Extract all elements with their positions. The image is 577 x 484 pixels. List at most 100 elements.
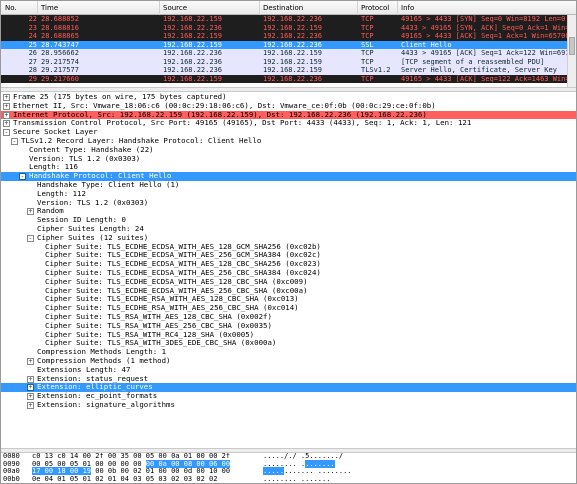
packet-dst-cell: 192.168.22.236: [263, 15, 323, 23]
tree-node[interactable]: - Cipher Suites (12 suites): [1, 234, 576, 243]
packet-row[interactable]: 25 28.743747 192.168.22.159 192.168.22.236 S…: [1, 40, 576, 49]
collapse-icon[interactable]: -: [3, 129, 10, 137]
expand-icon[interactable]: +: [27, 375, 34, 383]
packet-row[interactable]: 24 28.688865 192.168.22.159 192.168.22.236 T…: [1, 32, 576, 41]
packet-info-cell: 49165 > 4433 [ACK] Seq=122 Ack=1463 Win=: [401, 74, 570, 83]
hex-ascii[interactable]: ........ .......: [263, 475, 330, 483]
expand-icon[interactable]: +: [27, 402, 34, 409]
tree-node[interactable]: Cipher Suite: TLS_RSA_WITH_3DES_EDE_CBC_…: [1, 339, 576, 348]
hex-bytes-text: 0e 04 01 05 01 02 01 04 03 05 03 02 03 0…: [32, 474, 218, 483]
tree-node[interactable]: Session ID Length: 0: [1, 216, 576, 225]
packet-proto-cell: TCP: [361, 49, 374, 57]
tree-node[interactable]: + Extension: elliptic_curves: [1, 383, 576, 393]
tree-node-label: Secure Socket Layer: [13, 128, 98, 137]
packet-row[interactable]: 26 28.956662 192.168.22.236 192.168.22.159 T…: [1, 49, 576, 58]
packet-row[interactable]: 23 28.688816 192.168.22.236 192.168.22.159 T…: [1, 23, 576, 32]
packet-proto-cell: TCP: [361, 32, 374, 40]
tree-node[interactable]: Compression Methods Length: 1: [1, 348, 576, 357]
expand-icon[interactable]: +: [27, 393, 34, 401]
tree-node[interactable]: - Handshake Protocol: Client Hello: [1, 172, 576, 181]
tree-node[interactable]: Content Type: Handshake (22): [1, 146, 576, 155]
tree-node-label: Cipher Suite: TLS_ECDHE_RSA_WITH_AES_256…: [45, 304, 299, 313]
packet-bytes-pane[interactable]: 0080 c0 13 c0 14 00 2f 00 35 00 05 00 0a …: [1, 453, 576, 483]
packet-proto-cell: TCP: [361, 15, 374, 23]
tree-node[interactable]: + Internet Protocol, Src: 192.168.22.159 …: [1, 110, 576, 120]
tree-node-label: Compression Methods (1 method): [37, 357, 171, 365]
tree-node[interactable]: Handshake Type: Client Hello (1): [1, 181, 576, 190]
hex-bytes[interactable]: 0e 04 01 05 01 02 01 04 03 05 03 02 03 0…: [32, 474, 218, 483]
tree-node-label: Ethernet II, Src: Vmware_18:06:c6 (00:0c…: [13, 101, 436, 110]
packet-row[interactable]: 27 29.217574 192.168.22.236 192.168.22.159 T…: [1, 57, 576, 66]
tree-node-label: Cipher Suite: TLS_ECDHE_ECDSA_WITH_AES_2…: [45, 251, 321, 260]
expand-icon[interactable]: +: [27, 358, 34, 365]
tree-node[interactable]: + Random: [1, 207, 576, 216]
expand-icon[interactable]: +: [3, 94, 10, 101]
packet-list[interactable]: No. Time Source Destination Protocol Inf…: [1, 1, 576, 87]
collapse-icon[interactable]: -: [19, 173, 26, 181]
tree-node-label: Cipher Suite: TLS_ECDHE_RSA_WITH_AES_128…: [45, 295, 299, 304]
expand-icon[interactable]: +: [3, 103, 10, 110]
tree-node[interactable]: + Extension: signature_algorithms: [1, 401, 576, 410]
packet-row[interactable]: 22 28.688852 192.168.22.159 192.168.22.236 T…: [1, 15, 576, 24]
scrollbar-thumb[interactable]: [569, 37, 575, 55]
tree-node[interactable]: + Extension: status_request: [1, 375, 576, 384]
packet-row[interactable]: 29 29.217660 192.168.22.159 192.168.22.236 T…: [1, 74, 576, 83]
tree-node[interactable]: Cipher Suite: TLS_ECDHE_RSA_WITH_AES_128…: [1, 295, 576, 304]
packet-time-cell: 29.217574: [41, 57, 79, 66]
tree-node[interactable]: + Ethernet II, Src: Vmware_18:06:c6 (00:0…: [1, 102, 576, 111]
tree-node[interactable]: Cipher Suite: TLS_ECDHE_ECDSA_WITH_AES_2…: [1, 251, 576, 260]
column-source[interactable]: Source: [159, 1, 187, 15]
tree-node[interactable]: Cipher Suite: TLS_ECDHE_ECDSA_WITH_AES_1…: [1, 243, 576, 252]
tree-node[interactable]: Cipher Suite: TLS_RSA_WITH_AES_128_CBC_S…: [1, 313, 576, 322]
packet-src-cell: 192.168.22.159: [163, 40, 223, 49]
tree-node[interactable]: + Frame 25 (175 bytes on wire, 175 bytes …: [1, 93, 576, 102]
packet-dst-cell: 192.168.22.236: [263, 74, 323, 83]
tree-node[interactable]: + Compression Methods (1 method): [1, 357, 576, 366]
column-destination[interactable]: Destination: [259, 1, 303, 15]
expand-icon[interactable]: +: [3, 111, 10, 119]
expand-icon[interactable]: +: [27, 384, 34, 392]
column-info[interactable]: Info: [397, 1, 414, 15]
tree-node-label: Version: TLS 1.2 (0x0303): [29, 154, 141, 163]
tree-node-label: Compression Methods Length: 1: [37, 348, 167, 357]
tree-node[interactable]: - Secure Socket Layer: [1, 128, 576, 137]
tree-node-label: TLSv1.2 Record Layer: Handshake Protocol…: [21, 137, 262, 145]
tree-node[interactable]: Cipher Suite: TLS_RSA_WITH_AES_256_CBC_S…: [1, 322, 576, 331]
tree-node[interactable]: Cipher Suite: TLS_ECDHE_ECDSA_WITH_AES_2…: [1, 287, 576, 296]
tree-node[interactable]: - TLSv1.2 Record Layer: Handshake Protoco…: [1, 137, 576, 146]
tree-node[interactable]: + Transmission Control Protocol, Src Port…: [1, 119, 576, 128]
packet-time-cell: 28.956662: [41, 49, 79, 57]
column-no[interactable]: No.: [5, 4, 17, 12]
packet-row[interactable]: 28 29.217577 192.168.22.236 192.168.22.159 T…: [1, 66, 576, 75]
tree-node-label: Cipher Suite: TLS_RSA_WITH_AES_128_CBC_S…: [45, 313, 272, 321]
tree-node[interactable]: Length: 112: [1, 190, 576, 199]
collapse-icon[interactable]: -: [27, 235, 34, 242]
tree-node[interactable]: Version: TLS 1.2 (0x0303): [1, 155, 576, 164]
tree-node-label: Extension: status_request: [37, 374, 149, 383]
tree-node[interactable]: Cipher Suite: TLS_ECDHE_RSA_WITH_AES_256…: [1, 304, 576, 313]
tree-node[interactable]: Cipher Suite: TLS_RSA_WITH_RC4_128_SHA (…: [1, 331, 576, 340]
column-protocol[interactable]: Protocol: [357, 1, 389, 15]
tree-node[interactable]: Version: TLS 1.2 (0x0303): [1, 199, 576, 208]
tree-node[interactable]: Cipher Suite: TLS_ECDHE_ECDSA_WITH_AES_1…: [1, 260, 576, 269]
tree-node[interactable]: Length: 116: [1, 163, 576, 172]
packet-list-scrollbar[interactable]: [567, 15, 576, 87]
expand-icon[interactable]: +: [3, 120, 10, 128]
tree-node[interactable]: Extensions Length: 47: [1, 366, 576, 375]
tree-node[interactable]: Cipher Suite: TLS_ECDHE_ECDSA_WITH_AES_2…: [1, 269, 576, 278]
packet-no-cell: 26: [28, 49, 37, 57]
tree-node-label: Extension: elliptic_curves: [37, 383, 153, 392]
tree-node[interactable]: Cipher Suite: TLS_ECDHE_ECDSA_WITH_AES_1…: [1, 278, 576, 287]
expand-icon[interactable]: +: [27, 208, 34, 216]
packet-details-tree[interactable]: + Frame 25 (175 bytes on wire, 175 bytes …: [1, 92, 576, 448]
collapse-icon[interactable]: -: [11, 138, 18, 145]
tree-node[interactable]: Cipher Suites Length: 24: [1, 225, 576, 234]
tree-node-label: Cipher Suites (12 suites): [37, 233, 149, 242]
packet-src-cell: 192.168.22.159: [163, 15, 223, 23]
packet-info-cell: 4433 > 49165 [ACK] Seq=1 Ack=122 Win=691…: [401, 49, 574, 57]
packet-time-cell: 29.217660: [41, 74, 79, 83]
hex-row[interactable]: 00b0 0e 04 01 05 01 02 01 04 03 05 03 02 …: [1, 474, 576, 483]
tree-node[interactable]: + Extension: ec_point_formats: [1, 392, 576, 401]
column-time[interactable]: Time: [37, 1, 58, 15]
tree-node-label: Length: 112: [37, 189, 86, 198]
